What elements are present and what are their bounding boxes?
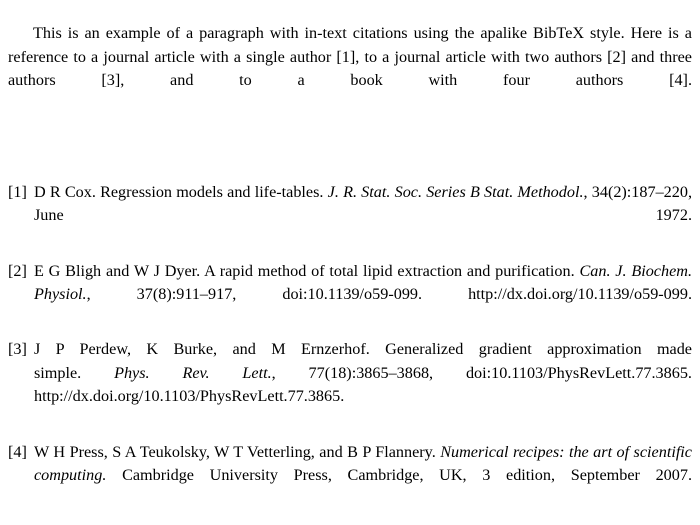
intro-text-before: This is an example of a paragraph with i… <box>33 24 534 43</box>
reference-url: http://dx.doi.org/10.1139/o59-099. <box>468 285 693 304</box>
document-page: This is an example of a paragraph with i… <box>0 0 700 525</box>
reference-volume-pages: 37(8):911–917, <box>136 285 237 304</box>
reference-authors: J P Perdew, K Burke, and M Ernzerhof. <box>34 340 370 359</box>
reference-publisher: Cambridge University Press, <box>122 465 332 484</box>
reference-text: W H Press, S A Teukolsky, W T Vetterling… <box>34 441 692 511</box>
reference-label: [3] <box>8 340 27 359</box>
reference-place-edition-date: Cambridge, UK, 3 edition, September 2007… <box>347 465 692 484</box>
reference-volume-pages: 34(2):187–220, <box>591 183 693 201</box>
reference-text: J P Perdew, K Burke, and M Ernzerhof. Ge… <box>34 338 692 432</box>
reference-title: A rapid method of total lipid extraction… <box>204 261 575 280</box>
reference-doi: doi:10.1103/PhysRevLett.77.3865. <box>465 363 692 382</box>
bibliography-entry: [4] W H Press, S A Teukolsky, W T Vetter… <box>8 441 692 511</box>
bibliography-entry: [2] E G Bligh and W J Dyer. A rapid meth… <box>8 260 692 330</box>
reference-volume-pages: 77(18):3865–3868, <box>308 363 434 382</box>
reference-label: [2] <box>8 261 27 280</box>
reference-title: Regression models and life-tables. <box>100 183 324 201</box>
reference-label: [4] <box>8 442 27 461</box>
reference-authors: E G Bligh and W J Dyer. <box>34 261 201 280</box>
bibliography-entry: [3] J P Perdew, K Burke, and M Ernzerhof… <box>8 338 692 432</box>
reference-authors: D R Cox. <box>34 183 96 201</box>
reference-text: E G Bligh and W J Dyer. A rapid method o… <box>34 260 692 330</box>
reference-doi: doi:10.1139/o59-099. <box>282 285 423 304</box>
bibliography-entry: [1] D R Cox. Regression models and life-… <box>8 181 692 251</box>
reference-label: [1] <box>8 183 27 201</box>
reference-url: http://dx.doi.org/10.1103/PhysRevLett.77… <box>34 387 345 406</box>
bibliography-list: [1] D R Cox. Regression models and life-… <box>8 181 692 511</box>
reference-date: June 1972. <box>34 206 692 225</box>
reference-comma: , <box>583 183 588 201</box>
reference-text: D R Cox. Regression models and life-tabl… <box>34 181 692 251</box>
reference-authors: W H Press, S A Teukolsky, W T Vetterling… <box>34 442 436 461</box>
reference-journal: J. R. Stat. Soc. Series B Stat. Methodol… <box>327 183 584 201</box>
intro-paragraph: This is an example of a paragraph with i… <box>8 22 692 116</box>
reference-journal: Phys. Rev. Lett. <box>114 363 272 382</box>
reference-comma: , <box>271 363 276 382</box>
reference-comma: , <box>86 285 91 304</box>
bibtex-logo: BibTeX <box>533 24 585 43</box>
